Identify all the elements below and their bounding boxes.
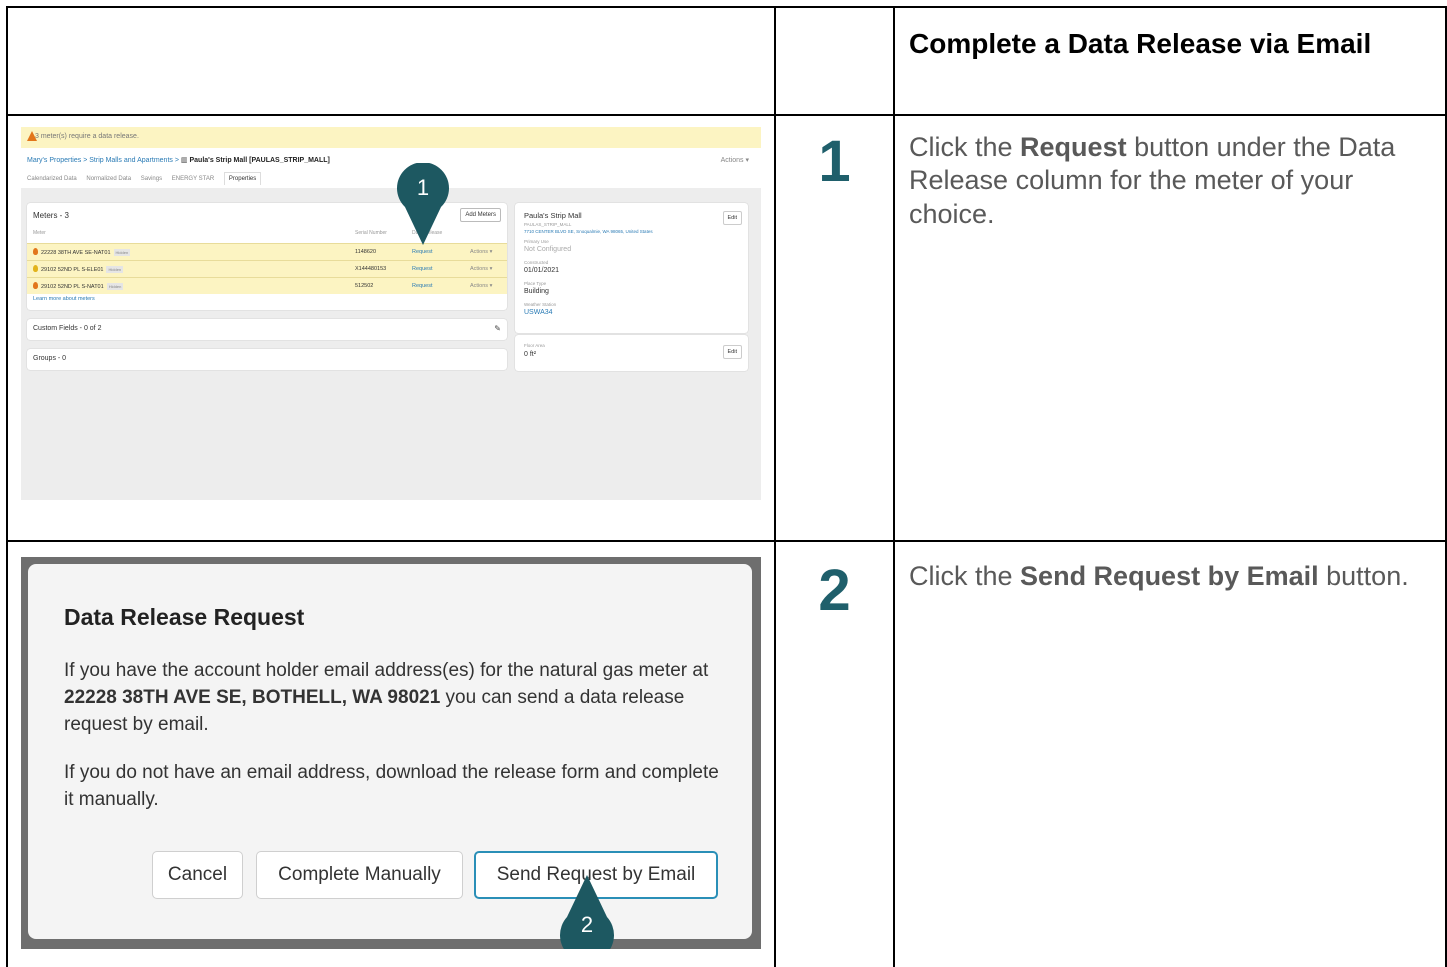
row-actions-menu[interactable]: Actions ▾ xyxy=(470,283,492,289)
breadcrumb-current: Paula's Strip Mall [PAULAS_STRIP_MALL] xyxy=(189,157,330,164)
place-type-label: Place Type xyxy=(524,281,547,286)
property-address[interactable]: 7710 CENTER BLVD SE, Snoqualmie, WA 9806… xyxy=(524,229,653,234)
serial-number: 512502 xyxy=(355,283,374,289)
meters-title: Meters - 3 xyxy=(33,211,70,220)
breadcrumb-item-marys-properties[interactable]: Mary's Properties xyxy=(27,157,81,164)
modal-title: Data Release Request xyxy=(64,604,305,630)
request-link[interactable]: Request xyxy=(412,266,433,272)
step-2-instruction: Click the Send Request by Email button. xyxy=(909,560,1419,593)
electric-bulb-icon xyxy=(33,265,38,272)
table-divider-row1 xyxy=(6,114,1447,116)
step-2-text-bold: Send Request by Email xyxy=(1020,561,1319,591)
breadcrumb-item-strip-malls[interactable]: Strip Malls and Apartments xyxy=(89,157,173,164)
step-number-2: 2 xyxy=(818,558,851,623)
weather-station-label: Weather Station xyxy=(524,302,557,307)
row-actions-menu[interactable]: Actions ▾ xyxy=(470,266,492,272)
table-border-left xyxy=(6,6,8,967)
complete-manually-button[interactable]: Complete Manually xyxy=(256,851,463,899)
edit-property-button[interactable]: Edit xyxy=(722,211,742,225)
property-header: Mary's Properties > Strip Malls and Apar… xyxy=(21,148,761,188)
breadcrumb-separator: > xyxy=(83,157,88,164)
data-release-banner: 3 meter(s) require a data release. xyxy=(21,127,761,148)
serial-number: X144480153 xyxy=(355,266,387,272)
meter-name[interactable]: 22228 38TH AVE SE-NAT01 xyxy=(41,250,111,256)
tab-savings[interactable]: Savings xyxy=(141,176,162,182)
floor-area-card: Floor Area 0 ft² Edit xyxy=(515,335,748,371)
weather-station-link[interactable]: USWA34 xyxy=(524,309,553,316)
custom-fields-accordion[interactable]: Custom Fields - 0 of 2 ✎ xyxy=(27,319,507,340)
gas-flame-icon xyxy=(33,282,38,289)
modal-paragraph-manual: If you do not have an email address, dow… xyxy=(64,762,719,810)
hidden-badge: Hidden xyxy=(113,249,131,256)
meter-address: 22228 38TH AVE SE, BOTHELL, WA 98021 xyxy=(64,686,441,708)
tab-energy-star[interactable]: ENERGY STAR xyxy=(172,176,214,182)
floor-area-label: Floor Area xyxy=(524,343,545,348)
breadcrumb-separator: > xyxy=(174,157,179,164)
floor-area-value: 0 ft² xyxy=(524,351,537,358)
request-link[interactable]: Request xyxy=(412,249,433,255)
breadcrumb: Mary's Properties > Strip Malls and Apar… xyxy=(27,156,330,164)
screenshot-data-release-modal: Data Release Request If you have the acc… xyxy=(21,557,761,949)
property-code: PAULAS_STRIP_MALL xyxy=(524,222,572,227)
tab-properties[interactable]: Properties xyxy=(223,172,262,185)
learn-more-link[interactable]: Learn more about meters xyxy=(33,296,95,302)
hidden-badge: Hidden xyxy=(106,266,124,273)
step-number-1: 1 xyxy=(818,129,851,194)
table-border-top xyxy=(6,6,1447,8)
primary-use-label: Primary Use xyxy=(524,239,549,244)
modal-p1-before: If you have the account holder email add… xyxy=(64,660,709,681)
building-icon: ▥ xyxy=(180,157,188,164)
banner-text: 3 meter(s) require a data release. xyxy=(35,133,139,140)
gas-flame-icon xyxy=(33,248,38,255)
table-divider-row2 xyxy=(6,540,1447,542)
tab-normalized-data[interactable]: Normalized Data xyxy=(86,176,131,182)
actions-menu[interactable]: Actions ▾ xyxy=(721,156,749,164)
pencil-icon[interactable]: ✎ xyxy=(494,324,501,333)
column-header-serial: Serial Number xyxy=(355,230,387,236)
groups-accordion[interactable]: Groups - 0 xyxy=(27,349,507,370)
screenshot-properties-view: 3 meter(s) require a data release. Mary'… xyxy=(21,127,761,500)
callout-number-1: 1 xyxy=(416,175,430,200)
row-actions-menu[interactable]: Actions ▾ xyxy=(470,249,492,255)
step-1-text-bold: Request xyxy=(1020,132,1127,162)
cancel-button[interactable]: Cancel xyxy=(152,851,243,899)
warning-icon xyxy=(27,131,37,141)
place-type-value: Building xyxy=(524,288,549,295)
data-release-modal: Data Release Request If you have the acc… xyxy=(28,564,752,939)
step-1-instruction: Click the Request button under the Data … xyxy=(909,131,1419,231)
hidden-badge: Hidden xyxy=(106,283,124,290)
property-name: Paula's Strip Mall xyxy=(524,211,582,220)
property-details-card: Paula's Strip Mall Edit PAULAS_STRIP_MAL… xyxy=(515,203,748,333)
groups-label: Groups - 0 xyxy=(33,355,67,362)
custom-fields-label: Custom Fields - 0 of 2 xyxy=(33,325,102,332)
table-row: 29102 52ND PL S-ELE01 Hidden X144480153 R… xyxy=(27,260,507,277)
step-1-text-before: Click the xyxy=(909,132,1021,162)
callout-number-2: 2 xyxy=(580,912,594,937)
primary-use-value: Not Configured xyxy=(524,246,572,253)
tab-calendarized-data[interactable]: Calendarized Data xyxy=(27,176,77,182)
constructed-label: Constructed xyxy=(524,260,549,265)
meter-name[interactable]: 29102 52ND PL S-ELE01 xyxy=(41,267,103,273)
add-meters-button[interactable]: Add Meters xyxy=(460,208,501,222)
page-title: Complete a Data Release via Email xyxy=(909,28,1372,59)
table-row: 29102 52ND PL S-NAT01 Hidden 512502 Reque… xyxy=(27,277,507,294)
step-2-text-after: button. xyxy=(1318,561,1409,591)
edit-floor-area-button[interactable]: Edit xyxy=(722,345,742,359)
table-divider-col2 xyxy=(893,6,895,967)
meter-name[interactable]: 29102 52ND PL S-NAT01 xyxy=(41,284,104,290)
property-tabs: Calendarized Data Normalized Data Saving… xyxy=(27,172,269,185)
step-2-text-before: Click the xyxy=(909,561,1021,591)
column-header-meter: Meter xyxy=(33,230,46,236)
serial-number: 1148620 xyxy=(355,249,377,255)
constructed-value: 01/01/2021 xyxy=(524,267,560,274)
request-link[interactable]: Request xyxy=(412,283,433,289)
modal-paragraph-email: If you have the account holder email add… xyxy=(64,658,724,739)
